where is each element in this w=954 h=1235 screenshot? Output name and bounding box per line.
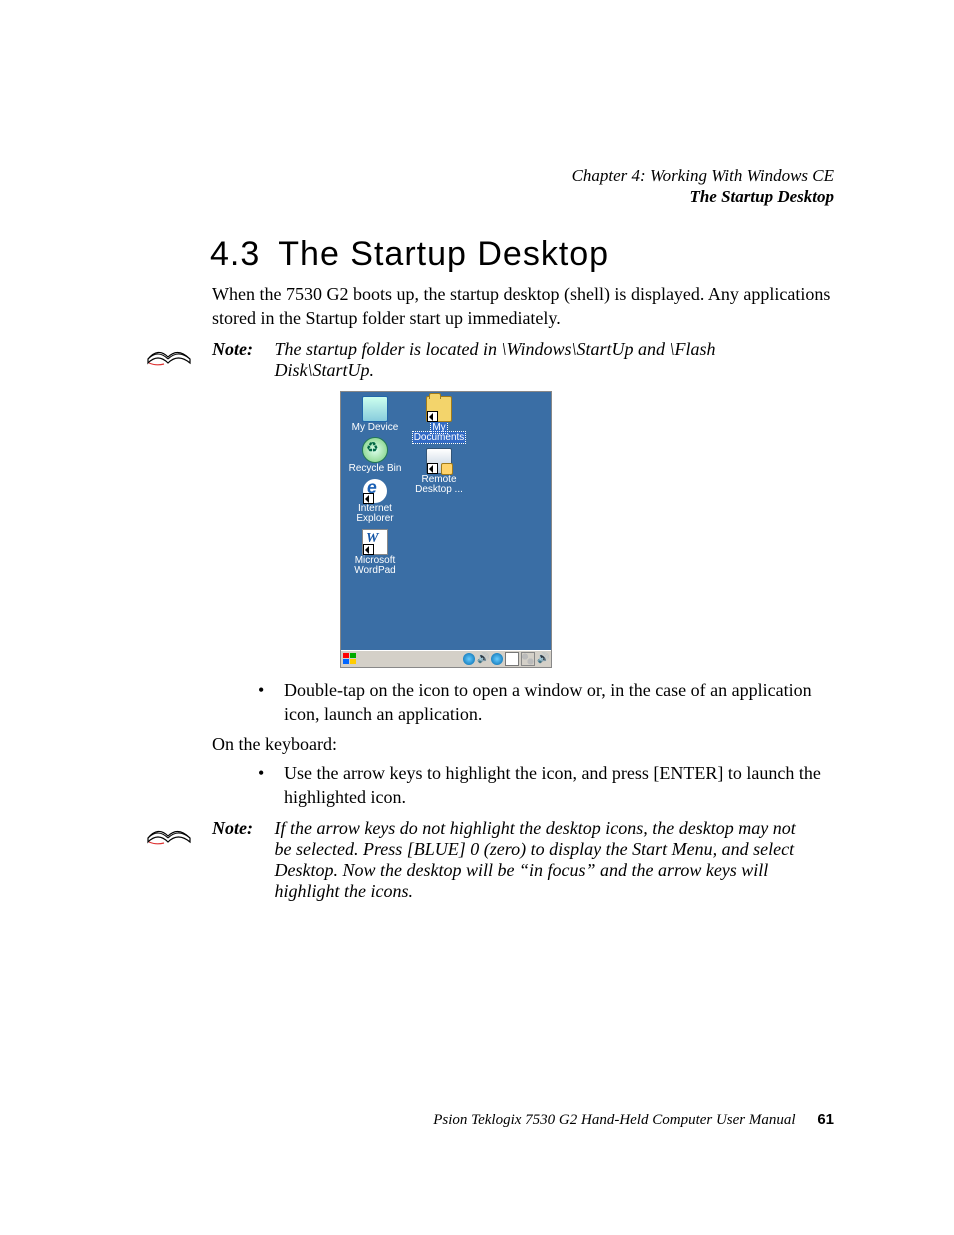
desktop-icon-wordpad[interactable]: Microsoft WordPad — [343, 529, 407, 577]
bullet-list: Use the arrow keys to highlight the icon… — [258, 761, 834, 810]
note-arrow-keys: Note: If the arrow keys do not highlight… — [212, 818, 834, 902]
tray-doc-icon[interactable] — [505, 652, 519, 666]
icon-label: Recycle Bin — [349, 463, 402, 474]
footer-manual-title: Psion Teklogix 7530 G2 Hand-Held Compute… — [433, 1112, 795, 1128]
page-number: 61 — [817, 1111, 834, 1128]
tray-speaker-icon[interactable] — [477, 653, 489, 665]
tray-network-icon[interactable] — [521, 652, 535, 666]
device-icon — [362, 396, 388, 422]
page-footer: Psion Teklogix 7530 G2 Hand-Held Compute… — [433, 1111, 834, 1129]
tray-world-icon[interactable] — [463, 653, 475, 665]
section-number: 4.3 — [210, 235, 260, 273]
wince-desktop-screenshot: My Device Recycle Bin Internet Explorer — [340, 391, 552, 668]
note-label: Note: — [212, 339, 270, 360]
keyboard-header: On the keyboard: — [212, 734, 834, 755]
note-label: Note: — [212, 818, 270, 839]
ie-icon — [363, 479, 387, 503]
remote-desktop-icon — [426, 448, 452, 474]
desktop-icon-internet-explorer[interactable]: Internet Explorer — [343, 479, 407, 525]
shortcut-arrow-icon — [363, 544, 374, 555]
note-text: The startup folder is located in \Window… — [275, 339, 815, 381]
icon-label-line: Microsoft — [355, 555, 396, 566]
shortcut-arrow-icon — [427, 463, 438, 474]
icon-label: My Device — [352, 422, 399, 433]
note-startup-folder: Note: The startup folder is located in \… — [212, 339, 834, 381]
icon-label-line: Documents — [413, 432, 466, 443]
section-heading: 4.3 The Startup Desktop — [210, 235, 834, 274]
tray-world-icon[interactable] — [491, 653, 503, 665]
intro-paragraph: When the 7530 G2 boots up, the startup d… — [212, 282, 834, 331]
section-title: The Startup Desktop — [278, 235, 609, 273]
bullet-item: Use the arrow keys to highlight the icon… — [258, 761, 834, 810]
icon-label-line: Desktop ... — [415, 484, 463, 495]
icon-label-line: WordPad — [354, 565, 396, 576]
shortcut-arrow-icon — [427, 411, 438, 422]
running-head: Chapter 4: Working With Windows CE The S… — [572, 165, 834, 208]
taskbar[interactable] — [341, 650, 551, 667]
runhead-section: The Startup Desktop — [572, 186, 834, 207]
desktop-icon-my-device[interactable]: My Device — [343, 396, 407, 434]
open-book-icon — [146, 818, 192, 846]
recycle-icon — [362, 437, 388, 463]
runhead-chapter: Chapter 4: Working With Windows CE — [572, 165, 834, 186]
icon-label-line: Remote — [421, 474, 456, 485]
bullet-item: Double-tap on the icon to open a window … — [258, 678, 834, 727]
shortcut-arrow-icon — [363, 493, 374, 504]
icon-label-line: Explorer — [356, 513, 393, 524]
tray-desktop-icon[interactable] — [537, 653, 549, 665]
desktop-icon-recycle-bin[interactable]: Recycle Bin — [343, 437, 407, 475]
start-button[interactable] — [343, 653, 357, 665]
note-text: If the arrow keys do not highlight the d… — [275, 818, 815, 902]
desktop-icon-my-documents[interactable]: My Documents — [407, 396, 471, 444]
icon-label-line: Internet — [358, 503, 392, 514]
icon-label-line: My — [431, 422, 446, 433]
wordpad-icon — [362, 529, 388, 555]
system-tray — [463, 652, 549, 666]
open-book-icon — [146, 339, 192, 367]
bullet-list: Double-tap on the icon to open a window … — [258, 678, 834, 727]
manual-page: Chapter 4: Working With Windows CE The S… — [0, 0, 954, 1235]
folder-icon — [426, 396, 452, 422]
desktop-icon-remote-desktop[interactable]: Remote Desktop ... — [407, 448, 471, 496]
